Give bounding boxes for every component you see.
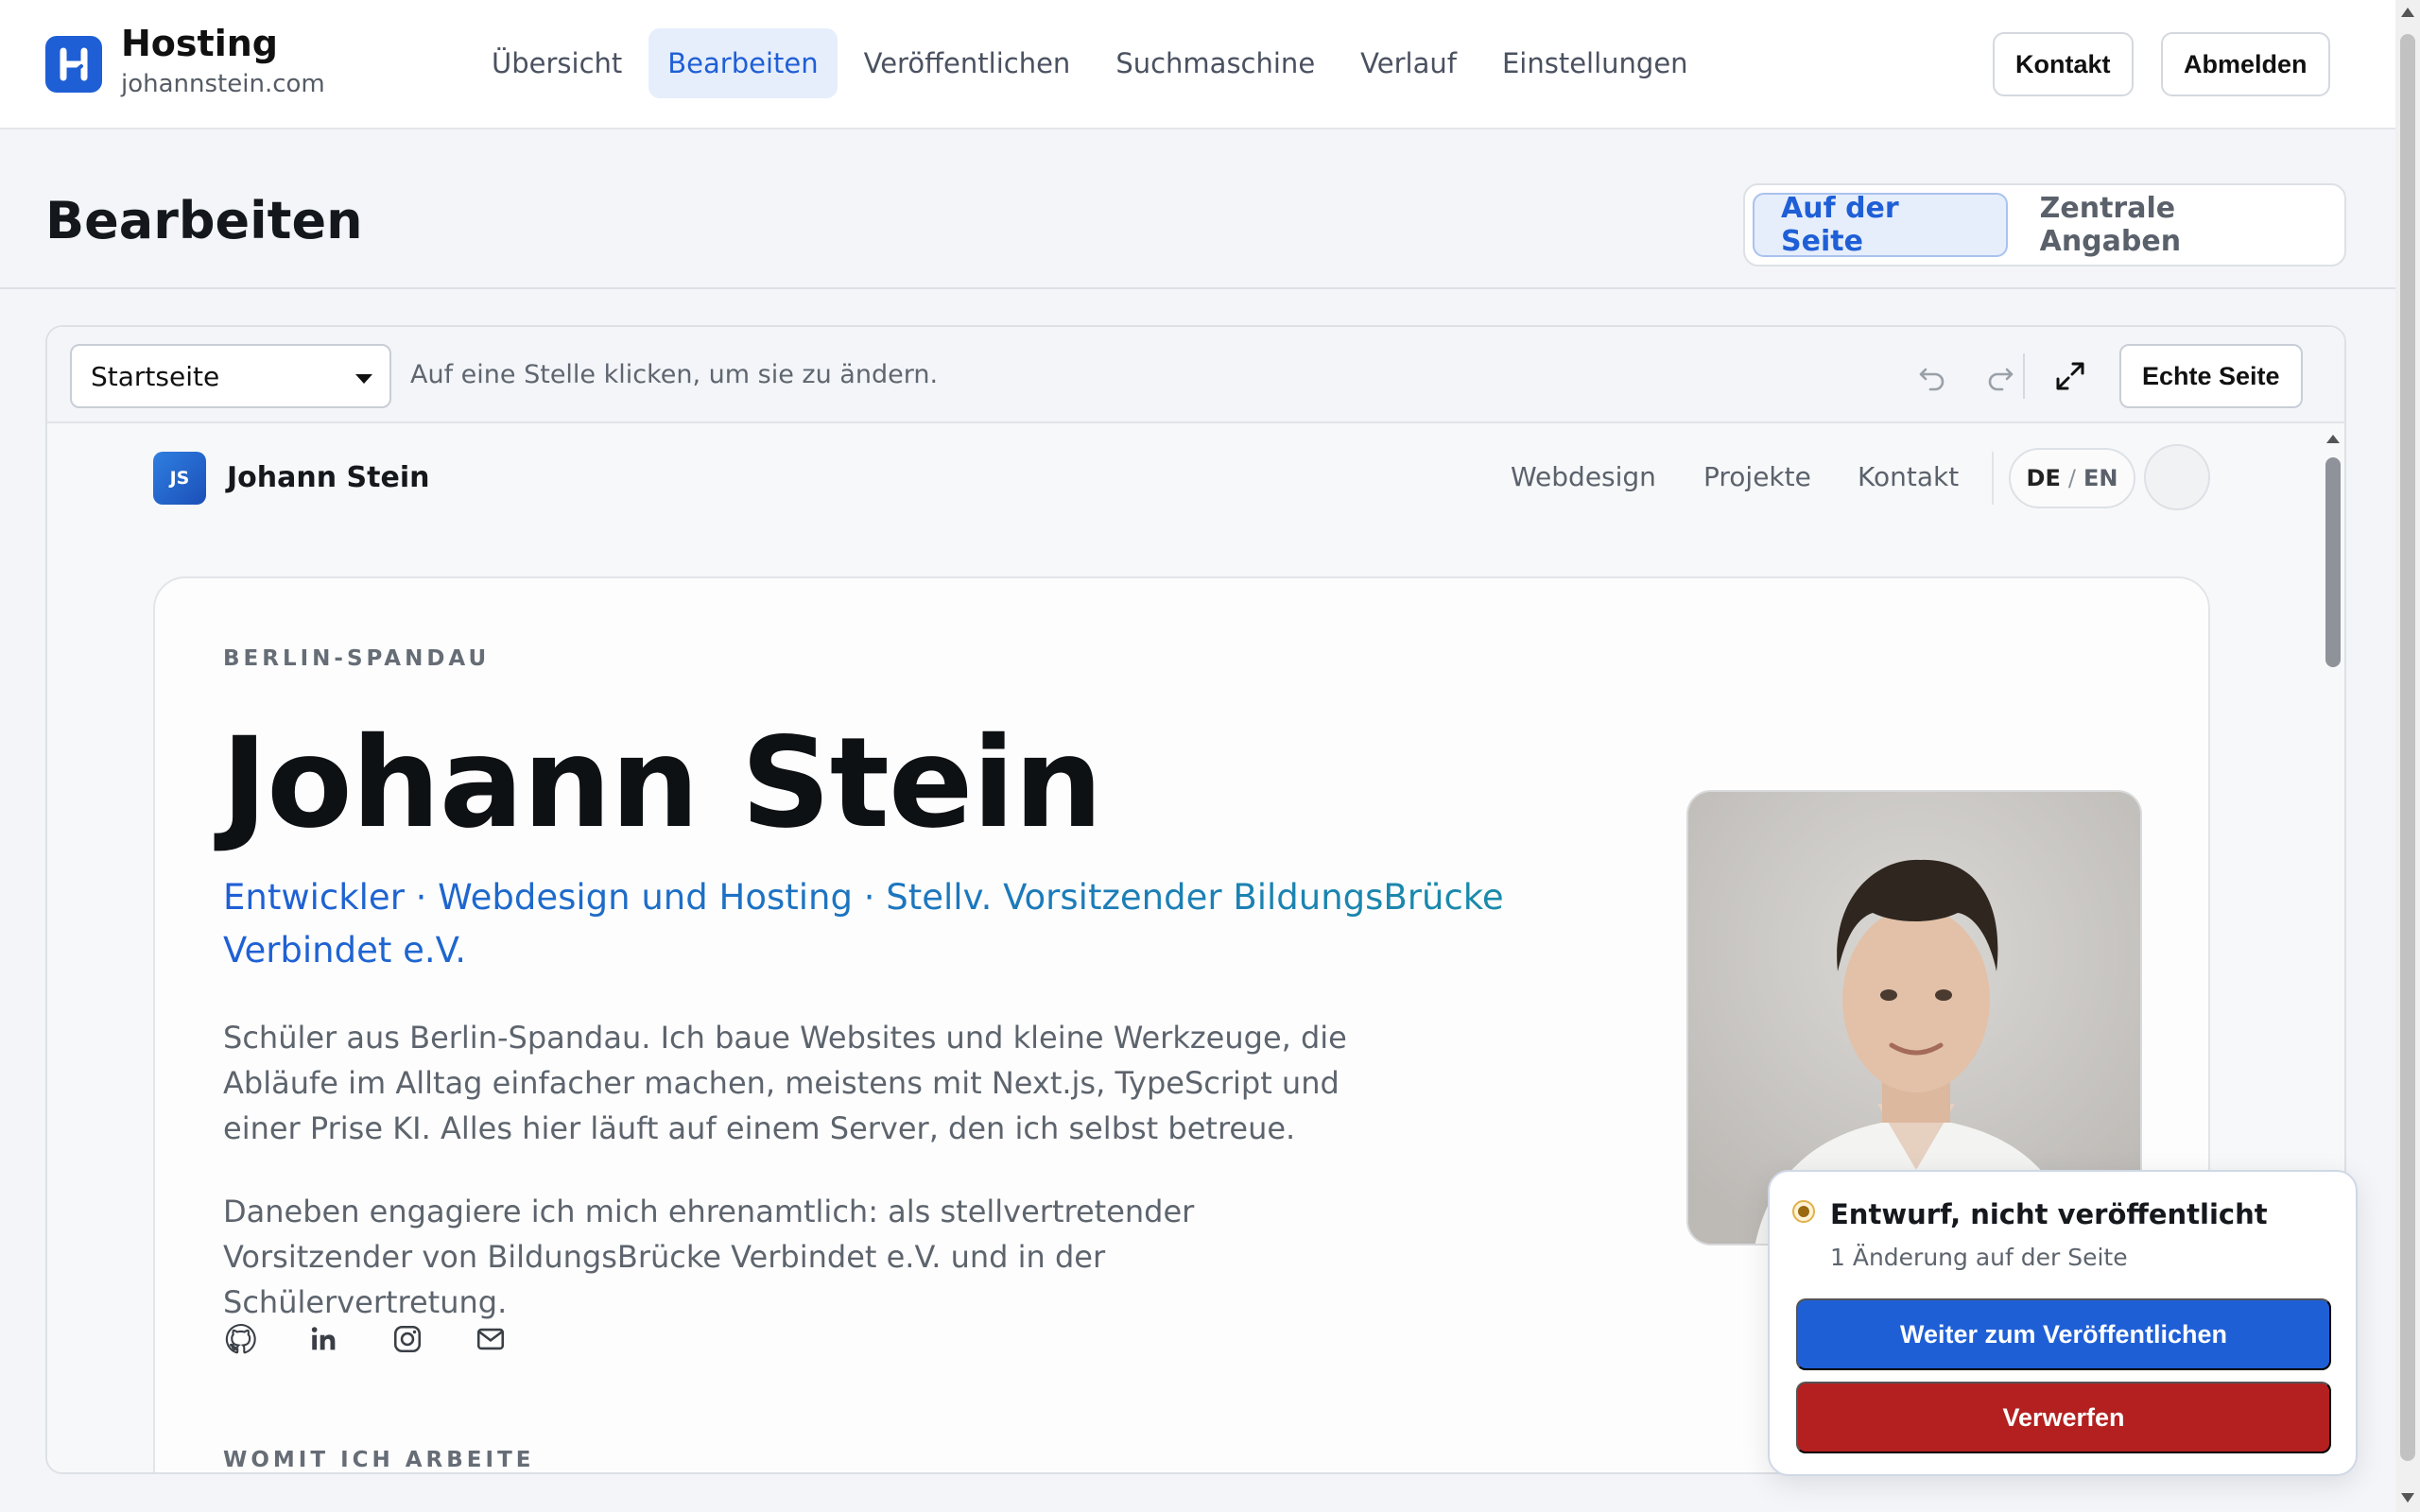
instagram-icon[interactable] [389,1321,425,1357]
hero-name[interactable]: Johann Stein [221,711,1103,856]
hero-eyebrow[interactable]: BERLIN-SPANDAU [223,646,490,671]
page-select[interactable]: Startseite [70,344,391,408]
nav-item-einstellungen[interactable]: Einstellungen [1483,28,1707,98]
preview-scroll-up-icon[interactable] [2326,435,2340,443]
expand-icon[interactable] [2049,355,2091,397]
nav-item-veroeffentlichen[interactable]: Veröffentlichen [845,28,1090,98]
page-scrollbar-thumb[interactable] [2400,34,2415,1461]
site-name[interactable]: Johann Stein [227,461,429,494]
draft-changes: 1 Änderung auf der Seite [1830,1244,2128,1271]
editor-toolbar: Startseite Auf eine Stelle klicken, um s… [47,327,2344,423]
nav-item-uebersicht[interactable]: Übersicht [473,28,641,98]
chevron-down-icon [355,374,372,384]
site-nav-separator [1992,452,1994,505]
scroll-down-arrow-icon[interactable] [2401,1493,2414,1503]
site-nav-webdesign[interactable]: Webdesign [1511,461,1656,492]
redo-icon[interactable] [1979,355,2021,397]
language-switch[interactable]: DE / EN [2009,448,2135,508]
mode-toggle: Auf der Seite Zentrale Angaben [1743,183,2346,266]
nav-item-suchmaschine[interactable]: Suchmaschine [1097,28,1334,98]
main-nav: Übersicht Bearbeiten Veröffentlichen Suc… [473,28,1707,98]
logout-button[interactable]: Abmelden [2161,32,2330,96]
next-section-label[interactable]: WOMIT ICH ARBEITE [223,1448,534,1472]
lang-de[interactable]: DE [2027,465,2061,491]
social-links [223,1321,509,1357]
hero-tagline[interactable]: Entwickler · Webdesign und Hosting · Ste… [223,871,1547,977]
hosting-logo-icon [45,36,102,93]
draft-status-icon [1792,1200,1815,1223]
github-icon[interactable] [223,1321,259,1357]
app-domain: johannstein.com [121,70,325,98]
site-nav-projekte[interactable]: Projekte [1703,461,1811,492]
undo-icon[interactable] [1911,355,1953,397]
continue-publish-button[interactable]: Weiter zum Veröffentlichen [1796,1298,2331,1370]
contact-button[interactable]: Kontakt [1993,32,2134,96]
draft-panel: Entwurf, nicht veröffentlicht 1 Änderung… [1768,1170,2358,1476]
theme-toggle-button[interactable] [2144,444,2210,510]
preview-scrollbar-thumb[interactable] [2325,457,2341,667]
mail-icon[interactable] [473,1321,509,1357]
site-logo[interactable]: JS [153,452,206,505]
toolbar-separator [2023,353,2025,399]
draft-status: Entwurf, nicht veröffentlicht [1830,1198,2268,1230]
nav-item-bearbeiten[interactable]: Bearbeiten [648,28,838,98]
editor-hint: Auf eine Stelle klicken, um sie zu änder… [410,359,939,389]
page-scrollbar[interactable] [2395,0,2420,1512]
mode-on-page-tab[interactable]: Auf der Seite [1753,192,2008,258]
page-title: Bearbeiten [45,191,363,250]
linkedin-icon[interactable] [306,1321,342,1357]
header-divider [0,287,2395,289]
nav-item-verlauf[interactable]: Verlauf [1341,28,1476,98]
lang-en[interactable]: EN [2083,465,2118,491]
discard-button[interactable]: Verwerfen [1796,1382,2331,1453]
real-page-button[interactable]: Echte Seite [2119,344,2303,408]
site-nav-kontakt[interactable]: Kontakt [1858,461,1959,492]
app-title: Hosting [121,23,278,64]
hero-bio-2[interactable]: Daneben engagiere ich mich ehrenamtlich:… [223,1189,1357,1325]
page-select-value: Startseite [91,360,220,392]
hero-bio-1[interactable]: Schüler aus Berlin-Spandau. Ich baue Web… [223,1015,1357,1151]
scroll-up-arrow-icon[interactable] [2401,8,2414,17]
top-bar: Hosting johannstein.com Übersicht Bearbe… [0,0,2395,129]
mode-central-tab[interactable]: Zentrale Angaben [2014,192,2337,258]
lang-separator: / [2067,465,2076,491]
